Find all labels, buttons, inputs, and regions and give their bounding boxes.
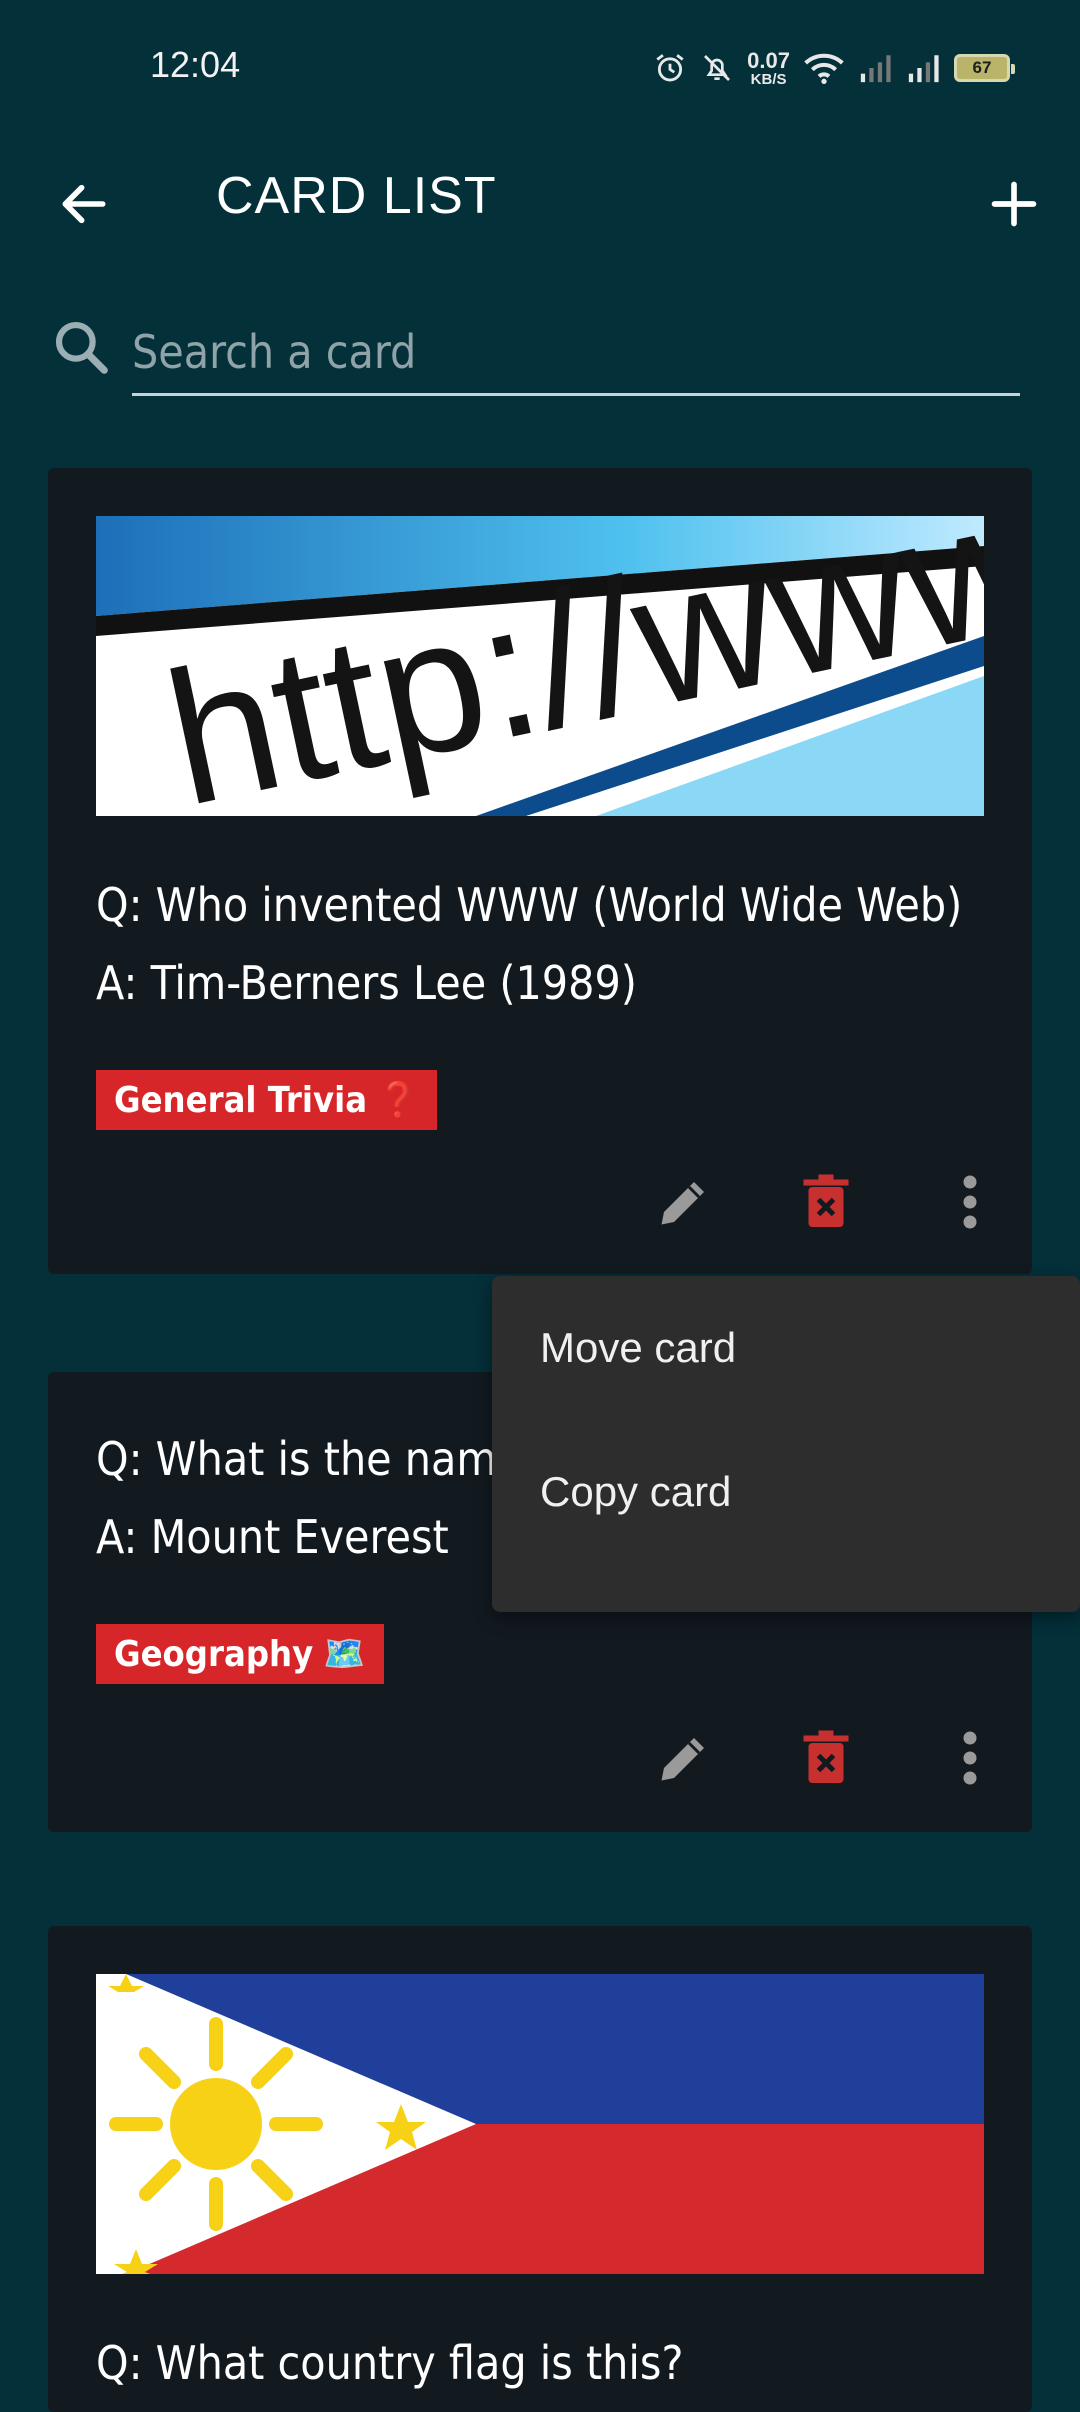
trash-icon bbox=[803, 1730, 849, 1783]
philippines-flag-image bbox=[96, 1974, 984, 2274]
category-tag-label: General Trivia bbox=[114, 1079, 368, 1121]
card-question: Q: Who invented WWW (World Wide Web) bbox=[96, 878, 963, 932]
card-question: Q: What country flag is this? bbox=[96, 2336, 684, 2390]
question-mark-icon: ❓ bbox=[377, 1080, 420, 1120]
menu-item-copy-card[interactable]: Copy card bbox=[492, 1420, 1080, 1564]
signal-icon-2 bbox=[908, 55, 939, 83]
delete-button[interactable] bbox=[790, 1722, 862, 1794]
category-tag[interactable]: Geography 🗺️ bbox=[96, 1624, 384, 1684]
card-answer: A: Tim-Berners Lee (1989) bbox=[96, 956, 637, 1010]
wifi-icon bbox=[804, 53, 844, 84]
world-map-icon: 🗺️ bbox=[323, 1634, 366, 1674]
search-input[interactable] bbox=[132, 310, 1020, 396]
delete-button[interactable] bbox=[790, 1166, 862, 1238]
page-title: CARD LIST bbox=[216, 167, 497, 225]
category-tag-label: Geography bbox=[114, 1633, 314, 1675]
more-vert-icon bbox=[963, 1731, 977, 1785]
alarm-icon bbox=[656, 54, 684, 82]
edit-button[interactable] bbox=[648, 1166, 720, 1238]
net-speed-value: 0.07 bbox=[747, 47, 790, 73]
card-image bbox=[96, 1974, 984, 2274]
signal-icon bbox=[860, 55, 891, 83]
menu-item-move-card[interactable]: Move card bbox=[492, 1276, 1080, 1420]
card-image: http://www bbox=[96, 516, 984, 816]
card[interactable]: http://www Q: Who invented WWW (World Wi… bbox=[48, 468, 1032, 1274]
more-options-button[interactable] bbox=[934, 1722, 1006, 1794]
status-icons: 0.07 KB/S 67 bbox=[653, 44, 1015, 92]
status-time: 12:04 bbox=[150, 44, 241, 85]
arrow-back-icon bbox=[62, 184, 106, 224]
status-bar: 12:04 0.07 KB/S 67 bbox=[0, 0, 1080, 140]
app-bar: CARD LIST bbox=[0, 140, 1080, 250]
more-vert-icon bbox=[963, 1175, 977, 1229]
card-options-menu: Move card Copy card bbox=[492, 1276, 1080, 1612]
back-button[interactable] bbox=[48, 168, 120, 240]
search-bar bbox=[50, 310, 1020, 400]
net-speed-unit: KB/S bbox=[750, 70, 787, 88]
bell-off-icon bbox=[704, 55, 731, 81]
net-speed: 0.07 KB/S bbox=[747, 47, 790, 88]
card-answer: A: Mount Everest bbox=[96, 1510, 449, 1564]
pencil-icon bbox=[661, 1182, 704, 1225]
card[interactable]: Q: What country flag is this? bbox=[48, 1926, 1032, 2412]
battery-icon: 67 bbox=[954, 54, 1015, 82]
category-tag[interactable]: General Trivia ❓ bbox=[96, 1070, 438, 1130]
trash-icon bbox=[803, 1174, 849, 1227]
more-options-button[interactable] bbox=[934, 1166, 1006, 1238]
search-icon bbox=[55, 321, 108, 374]
add-card-button[interactable] bbox=[978, 168, 1050, 240]
plus-icon bbox=[991, 181, 1037, 227]
edit-button[interactable] bbox=[648, 1722, 720, 1794]
pencil-icon bbox=[661, 1738, 704, 1781]
